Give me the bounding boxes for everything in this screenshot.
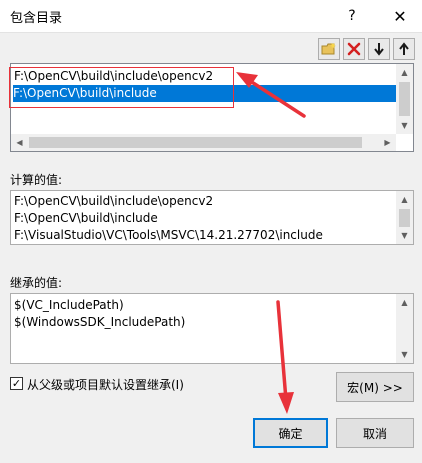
evaluated-value-list: F:\OpenCV\build\include\opencv2 F:\OpenC… xyxy=(10,190,414,245)
list-item-selected[interactable]: F:\OpenCV\build\include xyxy=(13,85,396,102)
move-down-button[interactable] xyxy=(368,38,390,60)
scroll-up-icon[interactable]: ▲ xyxy=(396,64,413,81)
inherit-checkbox[interactable]: ✓ xyxy=(10,377,23,390)
scroll-thumb[interactable] xyxy=(399,82,410,116)
window-title: 包含目录 xyxy=(10,11,63,26)
horizontal-scrollbar[interactable]: ◀ ▶ xyxy=(11,134,396,151)
evaluated-value-label: 计算的值: xyxy=(10,173,63,187)
cancel-button[interactable]: 取消 xyxy=(336,418,414,448)
list-item: $(VC_IncludePath) xyxy=(14,298,124,312)
list-item: $(WindowsSDK_IncludePath) xyxy=(14,315,186,329)
vertical-scrollbar[interactable]: ▲ ▼ xyxy=(396,64,413,134)
folder-new-icon xyxy=(321,42,336,55)
scroll-thumb[interactable] xyxy=(399,209,410,227)
checkmark-icon: ✓ xyxy=(11,377,22,390)
list-item: F:\OpenCV\build\include\opencv2 xyxy=(14,194,214,208)
inherited-values-label: 继承的值: xyxy=(10,276,63,290)
scroll-down-icon[interactable]: ▼ xyxy=(396,346,413,363)
scroll-down-icon[interactable]: ▼ xyxy=(396,117,413,134)
new-line-button[interactable] xyxy=(318,38,340,60)
scroll-thumb[interactable] xyxy=(29,137,362,148)
close-button[interactable]: ✕ xyxy=(378,0,422,32)
include-directories-dialog: 包含目录 ? ✕ F:\OpenCV\build\include\opencv2… xyxy=(0,0,422,463)
scroll-down-icon[interactable]: ▼ xyxy=(396,227,413,244)
include-directories-list[interactable]: F:\OpenCV\build\include\opencv2 F:\OpenC… xyxy=(10,63,414,152)
scroll-left-icon[interactable]: ◀ xyxy=(11,134,28,151)
inherit-checkbox-label[interactable]: 从父级或项目默认设置继承(I) xyxy=(27,376,184,393)
arrow-down-icon xyxy=(374,43,384,56)
arrow-up-icon xyxy=(399,42,409,55)
title-separator xyxy=(0,32,422,33)
list-item: F:\OpenCV\build\include xyxy=(14,211,158,225)
vertical-scrollbar[interactable]: ▲ ▼ xyxy=(396,294,413,363)
scroll-up-icon[interactable]: ▲ xyxy=(396,294,413,311)
scroll-right-icon[interactable]: ▶ xyxy=(379,134,396,151)
inherited-values-list: $(VC_IncludePath) $(WindowsSDK_IncludePa… xyxy=(10,293,414,364)
ok-button[interactable]: 确定 xyxy=(253,418,328,448)
macro-button[interactable]: 宏(M) >> xyxy=(336,372,414,402)
list-item: F:\VisualStudio\VC\Tools\MSVC\14.21.2770… xyxy=(14,228,323,242)
delete-x-icon xyxy=(347,42,361,56)
title-bar: 包含目录 ? ✕ xyxy=(0,0,422,32)
list-item[interactable]: F:\OpenCV\build\include\opencv2 xyxy=(14,68,213,85)
help-button[interactable]: ? xyxy=(330,0,374,32)
delete-button[interactable] xyxy=(343,38,365,60)
move-up-button[interactable] xyxy=(393,38,415,60)
vertical-scrollbar[interactable]: ▲ ▼ xyxy=(396,191,413,244)
scroll-up-icon[interactable]: ▲ xyxy=(396,191,413,208)
